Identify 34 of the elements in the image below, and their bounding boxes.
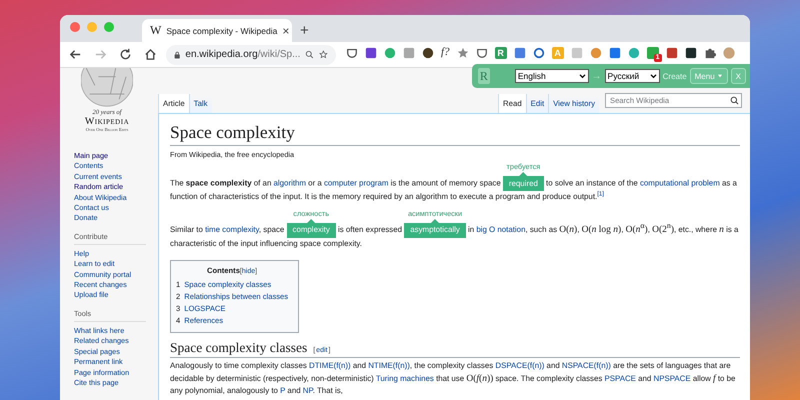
target-language-select[interactable]: Русский [604,69,660,83]
extension-circle-icon[interactable] [422,46,434,58]
back-icon[interactable] [69,48,82,61]
wordmark: Wikipedia [84,116,130,127]
caret-icon [578,74,586,78]
caret-icon [716,74,723,78]
puzzle-piece-icon[interactable] [704,46,716,58]
address-bar[interactable]: en.wikipedia.org/wiki/Sp... [166,44,336,64]
tab-title: Space complexity - Wikipedia [166,26,278,36]
extension-square-icon[interactable] [684,46,697,58]
ring-icon[interactable] [532,46,545,58]
article-title: Space complexity [170,122,740,146]
arrow-text: → [592,70,602,82]
extension-square-icon[interactable] [365,46,377,58]
browser-tab[interactable]: W Space complexity - Wikipedia × [142,19,292,42]
extension-outline-icon[interactable] [346,46,358,58]
footnote-link[interactable]: [1] [597,191,604,198]
source-language-select[interactable]: English [514,69,589,83]
reload-icon[interactable] [119,48,132,61]
caret-icon [650,74,657,78]
translator-logo: R [478,68,490,84]
extension-outline-icon[interactable] [476,46,488,58]
favicon: W [150,23,162,38]
lock-icon [174,50,180,60]
search-icon[interactable] [730,96,739,105]
bookmark-star-icon[interactable] [319,49,328,60]
extension-text-icon[interactable]: f? [441,46,450,59]
url-text: en.wikipedia.org/wiki/Sp... [185,49,300,60]
section-heading: Space complexity classes [170,340,308,356]
zoom-icon[interactable] [305,49,314,60]
star-icon[interactable] [456,46,469,58]
home-icon[interactable] [144,48,157,61]
close-tab-button[interactable]: × [282,24,290,38]
new-tab-button[interactable]: + [300,22,309,39]
